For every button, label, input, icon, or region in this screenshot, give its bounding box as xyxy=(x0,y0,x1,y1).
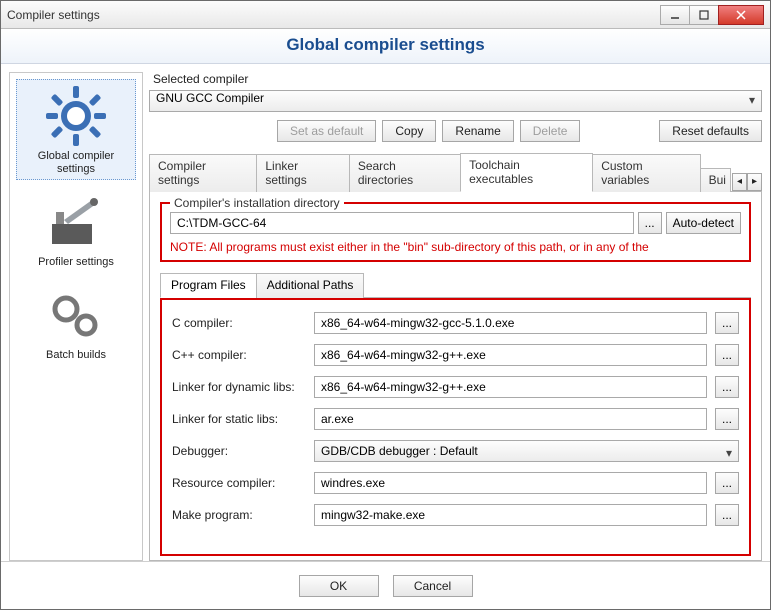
sidebar-item-label: Batch builds xyxy=(46,349,106,362)
sidebar-item-profiler[interactable]: Profiler settings xyxy=(16,186,136,273)
dialog-footer: OK Cancel xyxy=(1,561,770,609)
browse-make-program[interactable]: ... xyxy=(715,504,739,526)
gear-icon xyxy=(44,84,108,148)
row-linker-static: Linker for static libs: ... xyxy=(172,408,739,430)
install-dir-fieldset: Compiler's installation directory ... Au… xyxy=(160,202,751,262)
select-debugger-value: GDB/CDB debugger : Default xyxy=(321,444,478,458)
autodetect-button[interactable]: Auto-detect xyxy=(666,212,741,234)
install-dir-legend: Compiler's installation directory xyxy=(170,196,344,210)
browse-c-compiler[interactable]: ... xyxy=(715,312,739,334)
selected-compiler-select[interactable]: GNU GCC Compiler xyxy=(149,90,762,112)
selected-compiler-label: Selected compiler xyxy=(153,72,762,86)
install-dir-note: NOTE: All programs must exist either in … xyxy=(170,240,741,254)
label-resource-compiler: Resource compiler: xyxy=(172,476,306,490)
label-debugger: Debugger: xyxy=(172,444,306,458)
install-dir-row: ... Auto-detect xyxy=(170,212,741,234)
selected-compiler-value: GNU GCC Compiler xyxy=(156,91,264,105)
row-c-compiler: C compiler: ... xyxy=(172,312,739,334)
install-dir-input[interactable] xyxy=(170,212,634,234)
sidebar-item-global-compiler[interactable]: Global compiler settings xyxy=(16,79,136,180)
sidebar: Global compiler settings Profiler settin… xyxy=(9,72,143,561)
tab-build-options[interactable]: Bui xyxy=(700,168,731,192)
batch-gears-icon xyxy=(44,283,108,347)
sidebar-item-batch[interactable]: Batch builds xyxy=(16,279,136,366)
tab-scroll-nav: ◂ ▸ xyxy=(732,173,762,191)
copy-button[interactable]: Copy xyxy=(382,120,436,142)
reset-defaults-button[interactable]: Reset defaults xyxy=(659,120,762,142)
input-linker-static[interactable] xyxy=(314,408,707,430)
delete-button[interactable]: Delete xyxy=(520,120,581,142)
input-linker-dynamic[interactable] xyxy=(314,376,707,398)
tab-linker-settings[interactable]: Linker settings xyxy=(256,154,349,192)
input-c-compiler[interactable] xyxy=(314,312,707,334)
maximize-button[interactable] xyxy=(689,5,719,25)
row-cpp-compiler: C++ compiler: ... xyxy=(172,344,739,366)
row-resource-compiler: Resource compiler: ... xyxy=(172,472,739,494)
sidebar-item-label: Profiler settings xyxy=(38,256,114,269)
tab-toolchain-executables[interactable]: Toolchain executables xyxy=(460,153,593,192)
label-c-compiler: C compiler: xyxy=(172,316,306,330)
browse-button[interactable]: ... xyxy=(638,212,662,234)
label-linker-dynamic: Linker for dynamic libs: xyxy=(172,380,306,394)
tab-custom-variables[interactable]: Custom variables xyxy=(592,154,700,192)
close-button[interactable] xyxy=(718,5,764,25)
tab-compiler-settings[interactable]: Compiler settings xyxy=(149,154,257,192)
header-band: Global compiler settings xyxy=(1,29,770,64)
row-make-program: Make program: ... xyxy=(172,504,739,526)
tab-content: Compiler's installation directory ... Au… xyxy=(149,192,762,561)
rename-button[interactable]: Rename xyxy=(442,120,513,142)
tab-search-directories[interactable]: Search directories xyxy=(349,154,461,192)
profiler-icon xyxy=(44,190,108,254)
label-cpp-compiler: C++ compiler: xyxy=(172,348,306,362)
browse-linker-dynamic[interactable]: ... xyxy=(715,376,739,398)
select-debugger[interactable]: GDB/CDB debugger : Default xyxy=(314,440,739,462)
main-panel: Selected compiler GNU GCC Compiler Set a… xyxy=(149,72,762,561)
tab-scroll-right[interactable]: ▸ xyxy=(747,173,762,191)
browse-resource-compiler[interactable]: ... xyxy=(715,472,739,494)
subtab-additional-paths[interactable]: Additional Paths xyxy=(256,273,365,298)
minimize-button[interactable] xyxy=(660,5,690,25)
browse-linker-static[interactable]: ... xyxy=(715,408,739,430)
row-debugger: Debugger: GDB/CDB debugger : Default xyxy=(172,440,739,462)
dialog-window: Compiler settings Global compiler settin… xyxy=(0,0,771,610)
tab-scroll-left[interactable]: ◂ xyxy=(732,173,747,191)
tabbar: Compiler settings Linker settings Search… xyxy=(149,152,762,192)
subtabbar: Program Files Additional Paths xyxy=(160,272,751,298)
cancel-button[interactable]: Cancel xyxy=(393,575,473,597)
label-make-program: Make program: xyxy=(172,508,306,522)
sidebar-item-label: Global compiler settings xyxy=(19,150,133,175)
label-linker-static: Linker for static libs: xyxy=(172,412,306,426)
input-resource-compiler[interactable] xyxy=(314,472,707,494)
titlebar[interactable]: Compiler settings xyxy=(1,1,770,29)
set-default-button[interactable]: Set as default xyxy=(277,120,376,142)
window-title: Compiler settings xyxy=(7,8,661,22)
row-linker-dynamic: Linker for dynamic libs: ... xyxy=(172,376,739,398)
subtab-program-files[interactable]: Program Files xyxy=(160,273,257,298)
input-cpp-compiler[interactable] xyxy=(314,344,707,366)
compiler-button-row: Set as default Copy Rename Delete Reset … xyxy=(149,120,762,142)
page-title: Global compiler settings xyxy=(1,35,770,55)
program-files-panel: C compiler: ... C++ compiler: ... Linker… xyxy=(160,298,751,556)
window-controls xyxy=(661,5,764,25)
body: Global compiler settings Profiler settin… xyxy=(1,64,770,561)
input-make-program[interactable] xyxy=(314,504,707,526)
browse-cpp-compiler[interactable]: ... xyxy=(715,344,739,366)
ok-button[interactable]: OK xyxy=(299,575,379,597)
